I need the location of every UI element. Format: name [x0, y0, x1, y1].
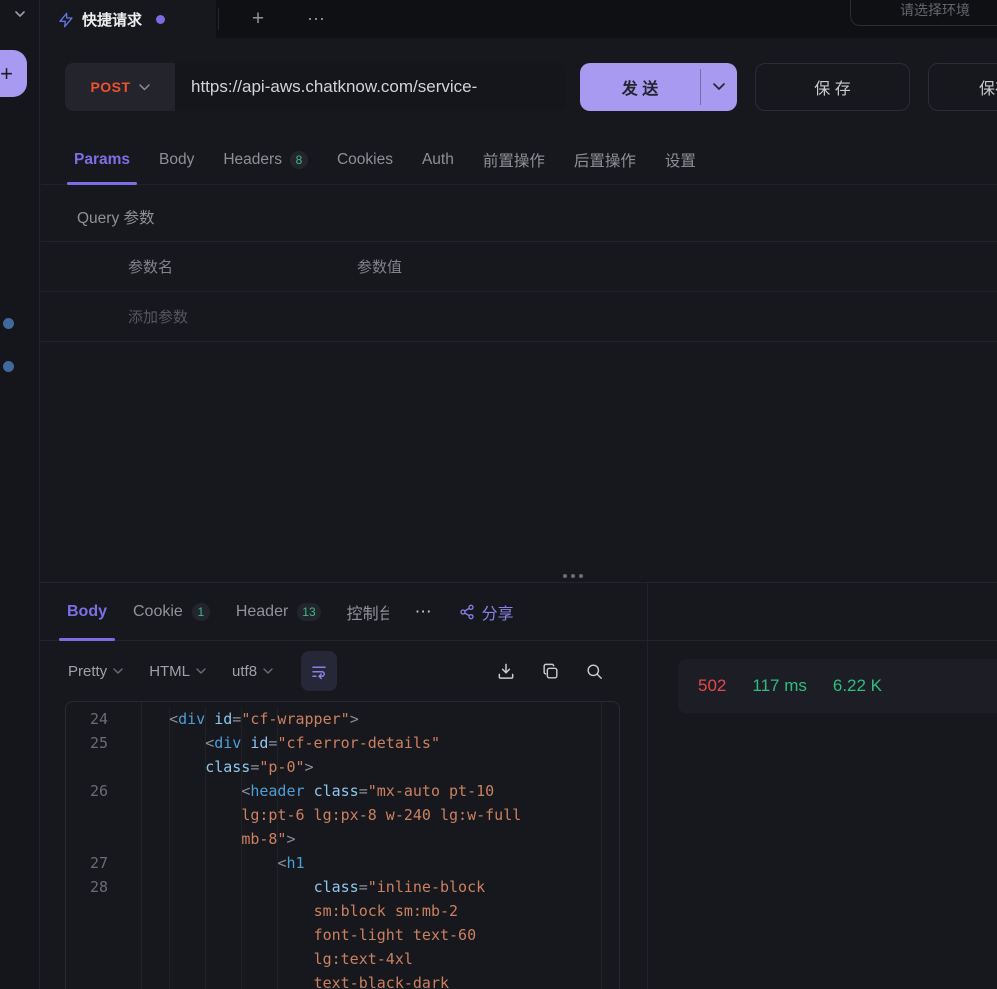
tab-title: 快捷请求	[82, 9, 142, 30]
code-row: sm:block sm:mb-2	[66, 899, 619, 923]
zap-icon	[58, 12, 74, 28]
cookie-count-badge: 1	[192, 603, 210, 621]
encoding-dropdown[interactable]: utf8	[232, 663, 273, 680]
tab-headers[interactable]: Headers8	[223, 135, 308, 184]
response-tabs-overflow-button[interactable]: ⋯	[415, 602, 433, 622]
send-options-caret[interactable]	[701, 63, 737, 111]
resp-tab-header[interactable]: Header13	[236, 583, 321, 640]
tab-settings[interactable]: 设置	[665, 135, 696, 184]
response-meta-panel: 502 117 ms 6.22 K	[647, 583, 997, 989]
code-row: 26 <header class="mx-auto pt-10	[66, 779, 619, 803]
column-param-value: 参数值	[357, 256, 402, 277]
code-row: 24 <div id="cf-wrapper">	[66, 707, 619, 731]
code-row: 28 class="inline-block	[66, 875, 619, 899]
url-input[interactable]	[175, 63, 565, 111]
request-tabs: Params Body Headers8 Cookies Auth 前置操作 后…	[41, 135, 997, 185]
add-param-button[interactable]: 添加参数	[41, 306, 188, 327]
tab-post-operations[interactable]: 后置操作	[574, 135, 636, 184]
splitter-handle[interactable]	[561, 572, 585, 580]
response-toolbar: Pretty HTML utf8	[40, 641, 647, 701]
response-status-bar: 502 117 ms 6.22 K	[678, 659, 997, 713]
search-icon[interactable]	[585, 662, 604, 681]
code-row: lg:text-4xl	[66, 947, 619, 971]
request-url-group: POST	[65, 63, 565, 111]
method-dropdown[interactable]: POST	[65, 63, 175, 111]
chevron-down-icon	[139, 84, 150, 91]
app-window: + 快捷请求 + ⋯ 请选择环境 POST 发 送	[0, 0, 997, 989]
code-row: class="p-0">	[66, 755, 619, 779]
environment-select[interactable]: 请选择环境	[850, 0, 997, 26]
query-params-title: Query 参数	[77, 206, 155, 228]
table-row[interactable]: 添加参数	[41, 292, 997, 342]
code-row: lg:pt-6 lg:px-8 w-240 lg:w-full	[66, 803, 619, 827]
query-params-table: 参数名 参数值 添加参数	[41, 241, 997, 342]
response-size: 6.22 K	[833, 676, 882, 696]
copy-icon[interactable]	[541, 662, 560, 681]
send-button[interactable]: 发 送	[580, 63, 737, 111]
new-tab-button[interactable]: +	[238, 0, 278, 38]
tab-overflow-button[interactable]: ⋯	[295, 0, 339, 38]
resp-tab-body[interactable]: Body	[67, 583, 107, 640]
code-row: 25 <div id="cf-error-details"	[66, 731, 619, 755]
environment-select-label: 请选择环境	[900, 0, 970, 20]
response-time: 117 ms	[752, 676, 807, 696]
tab-body[interactable]: Body	[159, 135, 194, 184]
word-wrap-toggle[interactable]	[301, 651, 337, 691]
resp-tab-cookie[interactable]: Cookie1	[133, 583, 210, 640]
response-meta-header	[648, 583, 997, 641]
response-body-panel: Body Cookie1 Header13 控制台 ⋯ 分享 Pretty	[40, 583, 647, 989]
headers-count-badge: 8	[290, 151, 308, 169]
tab-quick-request[interactable]: 快捷请求	[40, 0, 216, 39]
tab-pre-operations[interactable]: 前置操作	[483, 135, 545, 184]
share-label: 分享	[482, 600, 514, 624]
code-lines: 24 <div id="cf-wrapper">25 <div id="cf-e…	[66, 702, 619, 989]
send-label: 发 送	[580, 63, 700, 111]
download-icon[interactable]	[496, 661, 516, 681]
save-as-button[interactable]: 保存为	[928, 63, 997, 111]
left-rail: +	[0, 0, 40, 989]
response-tabs: Body Cookie1 Header13 控制台 ⋯ 分享	[40, 583, 647, 641]
notification-dot	[3, 361, 14, 372]
format-dropdown[interactable]: Pretty	[68, 663, 123, 680]
chevron-down-icon[interactable]	[11, 5, 29, 23]
code-row: 27 <h1	[66, 851, 619, 875]
word-wrap-icon	[310, 662, 328, 680]
save-button[interactable]: 保 存	[755, 63, 910, 111]
share-button[interactable]: 分享	[459, 600, 514, 624]
response-code-viewer[interactable]: 24 <div id="cf-wrapper">25 <div id="cf-e…	[65, 701, 620, 989]
share-icon	[459, 604, 475, 620]
top-tab-bar: 快捷请求 + ⋯ 请选择环境	[40, 0, 997, 38]
new-request-button[interactable]: +	[0, 50, 27, 97]
table-header-row: 参数名 参数值	[41, 242, 997, 292]
header-count-badge: 13	[297, 603, 320, 621]
response-action-icons	[496, 641, 604, 701]
code-row: text-black-dark	[66, 971, 619, 989]
notification-dot	[3, 318, 14, 329]
language-dropdown[interactable]: HTML	[149, 663, 206, 680]
response-section: Body Cookie1 Header13 控制台 ⋯ 分享 Pretty	[40, 583, 997, 989]
method-label: POST	[90, 79, 130, 95]
status-code: 502	[698, 676, 726, 696]
code-row: font-light text-60	[66, 923, 619, 947]
tab-cookies[interactable]: Cookies	[337, 135, 393, 184]
divider	[218, 8, 219, 30]
unsaved-indicator-dot	[156, 15, 165, 24]
resp-tab-console[interactable]: 控制台	[347, 583, 389, 640]
tab-auth[interactable]: Auth	[422, 135, 454, 184]
code-row: mb-8">	[66, 827, 619, 851]
column-param-name: 参数名	[41, 256, 357, 277]
tab-params[interactable]: Params	[74, 135, 130, 184]
